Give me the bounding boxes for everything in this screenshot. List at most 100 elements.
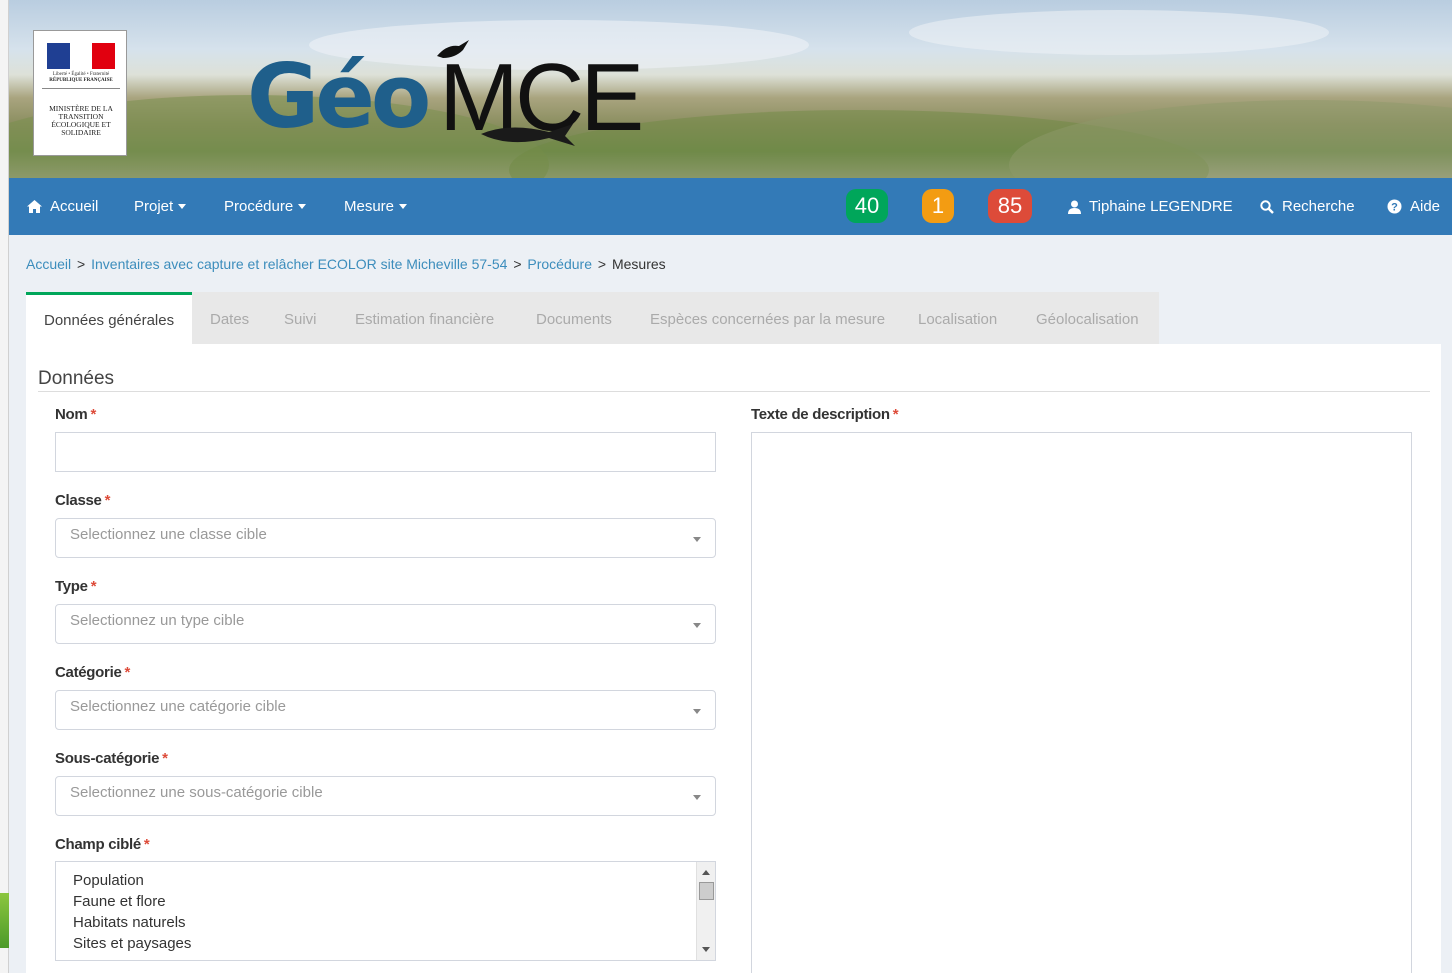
home-icon: [27, 200, 42, 213]
required-marker: *: [143, 836, 150, 853]
ministry-name: MINISTÈRE DE LA TRANSITION ÉCOLOGIQUE ET…: [49, 104, 113, 137]
nav-mesure-dropdown[interactable]: Mesure: [344, 178, 408, 235]
dropdown-arrow-icon: [693, 709, 701, 714]
nav-home[interactable]: Accueil: [27, 178, 98, 235]
header-banner: Liberté • Égalité • Fraternité RÉPUBLIQU…: [9, 0, 1452, 178]
scroll-down-icon[interactable]: [702, 947, 710, 952]
sous-categorie-select-placeholder: Selectionnez une sous-catégorie cible: [70, 784, 323, 801]
chevron-down-icon: [298, 204, 307, 209]
classe-label-text: Classe: [55, 492, 102, 509]
classe-label: Classe *: [55, 492, 110, 509]
sous-categorie-select[interactable]: Selectionnez une sous-catégorie cible: [55, 776, 716, 816]
search-icon: [1260, 199, 1274, 214]
tab-documents[interactable]: Documents: [536, 292, 612, 344]
listbox-scrollbar[interactable]: [696, 862, 715, 960]
tab-dates[interactable]: Dates: [210, 292, 249, 344]
dropdown-arrow-icon: [693, 795, 701, 800]
chevron-down-icon: [178, 204, 187, 209]
tab-estimation-financiere[interactable]: Estimation financière: [355, 292, 494, 344]
breadcrumb-current: Mesures: [611, 256, 666, 272]
nav-help-label: Aide: [1410, 198, 1441, 215]
champ-cible-label-text: Champ ciblé: [55, 836, 141, 853]
type-select[interactable]: Selectionnez un type cible: [55, 604, 716, 644]
classe-select[interactable]: Selectionnez une classe cible: [55, 518, 716, 558]
required-marker: *: [90, 578, 97, 595]
categorie-label-text: Catégorie: [55, 664, 122, 681]
breadcrumb-separator: >: [77, 256, 86, 272]
tab-especes[interactable]: Espèces concernées par la mesure: [650, 292, 885, 344]
required-marker: *: [90, 406, 96, 423]
nom-input[interactable]: [55, 432, 716, 472]
categorie-label: Catégorie *: [55, 664, 130, 681]
badge-orange[interactable]: 1: [922, 189, 954, 223]
nav-search-label: Recherche: [1282, 198, 1355, 215]
tab-bar: Données générales Dates Suivi Estimation…: [26, 292, 1441, 344]
required-marker: *: [892, 406, 899, 423]
sous-categorie-label: Sous-catégorie *: [55, 750, 168, 767]
type-select-placeholder: Selectionnez un type cible: [70, 612, 245, 629]
section-title: Données: [38, 368, 115, 389]
description-textarea[interactable]: [751, 432, 1412, 973]
badge-red[interactable]: 85: [988, 189, 1032, 223]
nom-label: Nom *: [55, 406, 96, 423]
help-icon: ?: [1387, 199, 1402, 214]
scroll-up-icon[interactable]: [702, 870, 710, 875]
nav-search[interactable]: Recherche: [1260, 178, 1355, 235]
ministry-republic: RÉPUBLIQUE FRANÇAISE: [49, 78, 113, 83]
nav-projet-dropdown[interactable]: Projet: [134, 178, 187, 235]
ministry-divider: [42, 88, 120, 89]
nav-procedure-label: Procédure: [224, 198, 294, 215]
tab-suivi[interactable]: Suivi: [284, 292, 317, 344]
dropdown-arrow-icon: [693, 537, 701, 542]
list-item[interactable]: Population: [56, 870, 191, 891]
type-label-text: Type: [55, 578, 88, 595]
list-item[interactable]: Sites et paysages: [56, 933, 191, 954]
nav-procedure-dropdown[interactable]: Procédure: [224, 178, 307, 235]
required-marker: *: [104, 492, 111, 509]
dropdown-arrow-icon: [693, 623, 701, 628]
type-label: Type *: [55, 578, 97, 595]
bird-icon: [437, 40, 469, 58]
breadcrumb-separator: >: [513, 256, 522, 272]
breadcrumb-home-link[interactable]: Accueil: [26, 256, 71, 272]
user-icon: [1068, 200, 1081, 214]
list-item[interactable]: Habitats naturels: [56, 912, 191, 933]
champ-cible-options: Population Faune et flore Habitats natur…: [56, 870, 191, 954]
champ-cible-label: Champ ciblé *: [55, 836, 150, 853]
scroll-thumb[interactable]: [699, 882, 714, 900]
description-label-text: Texte de description: [751, 406, 890, 423]
ministry-logo[interactable]: Liberté • Égalité • Fraternité RÉPUBLIQU…: [33, 30, 127, 156]
breadcrumb-separator: >: [597, 256, 607, 272]
tab-bar-spacer: [1159, 292, 1441, 344]
nav-home-label: Accueil: [50, 198, 99, 215]
required-marker: *: [124, 664, 131, 681]
champ-cible-listbox[interactable]: Population Faune et flore Habitats natur…: [55, 861, 716, 961]
nav-user-label: Tiphaine LEGENDRE: [1089, 198, 1233, 215]
breadcrumb: Accueil > Inventaires avec capture et re…: [26, 256, 666, 272]
required-marker: *: [162, 750, 168, 767]
french-flag-icon: [47, 43, 116, 69]
tab-donnees-generales[interactable]: Données générales: [26, 292, 193, 344]
form-panel: Données Nom * Classe * Selectionnez une cl…: [26, 344, 1441, 973]
tab-geolocalisation[interactable]: Géolocalisation: [1036, 292, 1139, 344]
categorie-select[interactable]: Selectionnez une catégorie cible: [55, 690, 716, 730]
breadcrumb-procedure-link[interactable]: Procédure: [527, 256, 592, 272]
svg-text:?: ?: [1391, 202, 1398, 214]
nav-user[interactable]: Tiphaine LEGENDRE: [1068, 178, 1233, 235]
desktop-background: [0, 893, 9, 948]
chevron-down-icon: [399, 204, 408, 209]
sous-categorie-label-text: Sous-catégorie: [55, 750, 160, 767]
geomce-logo[interactable]: Géo MCE: [247, 40, 657, 152]
window-left-edge: [0, 0, 9, 973]
tab-localisation[interactable]: Localisation: [918, 292, 997, 344]
nav-help[interactable]: ? Aide: [1387, 178, 1440, 235]
fish-icon: [481, 124, 575, 146]
breadcrumb-project-link[interactable]: Inventaires avec capture et relâcher ECO…: [91, 256, 507, 272]
list-item[interactable]: Faune et flore: [56, 891, 191, 912]
badge-green[interactable]: 40: [846, 189, 888, 223]
top-navbar: Accueil Projet Procédure Mesure Tiphaine…: [9, 178, 1452, 235]
nav-mesure-label: Mesure: [344, 198, 395, 215]
logo-geo-text: Géo: [247, 45, 431, 148]
section-divider: [38, 391, 1430, 392]
main-content: Accueil > Inventaires avec capture et re…: [9, 235, 1452, 973]
